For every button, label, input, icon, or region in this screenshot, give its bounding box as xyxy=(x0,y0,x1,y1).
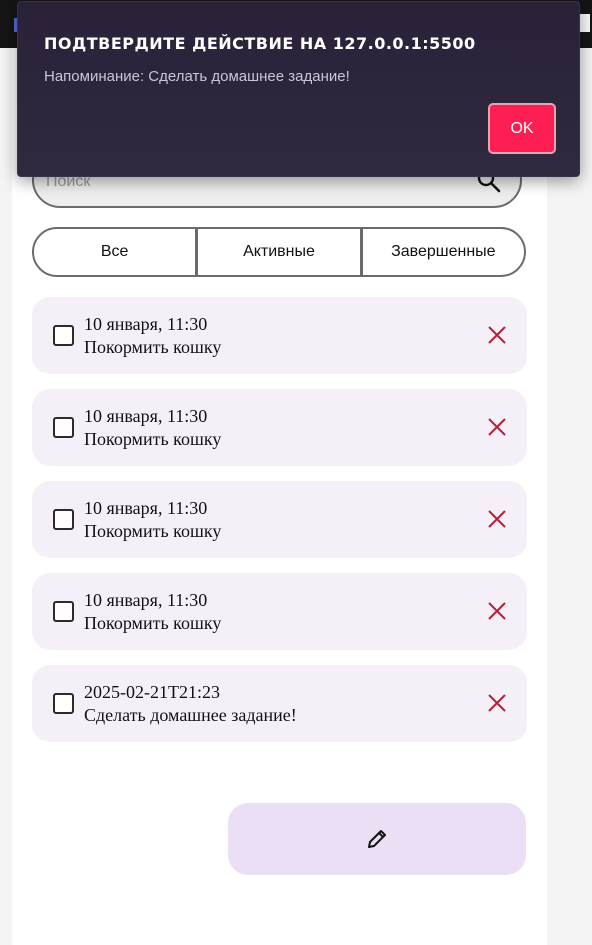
close-icon[interactable] xyxy=(487,693,507,713)
task-datetime: 10 января, 11:30 xyxy=(84,314,208,334)
task-title: Сделать домашнее задание! xyxy=(84,705,297,725)
filter-all-button[interactable]: Все xyxy=(34,229,199,275)
task-datetime: 10 января, 11:30 xyxy=(84,590,208,610)
task-item: 10 января, 11:30 Покормить кошку xyxy=(32,389,527,466)
task-datetime: 2025-02-21T21:23 xyxy=(84,682,220,702)
task-item: 10 января, 11:30 Покормить кошку xyxy=(32,297,527,374)
task-title: Покормить кошку xyxy=(84,337,222,357)
task-datetime: 10 января, 11:30 xyxy=(84,498,208,518)
confirm-dialog: ПОДТВЕРДИТЕ ДЕЙСТВИЕ НА 127.0.0.1:5500 Н… xyxy=(17,1,580,177)
edit-button[interactable] xyxy=(228,803,526,875)
task-checkbox[interactable] xyxy=(53,325,74,346)
task-text: 10 января, 11:30 Покормить кошку xyxy=(84,497,221,543)
dialog-title: ПОДТВЕРДИТЕ ДЕЙСТВИЕ НА 127.0.0.1:5500 xyxy=(44,34,476,53)
task-item: 2025-02-21T21:23 Сделать домашнее задани… xyxy=(32,665,527,742)
pencil-icon xyxy=(368,830,386,848)
task-item: 10 января, 11:30 Покормить кошку xyxy=(32,481,527,558)
task-checkbox[interactable] xyxy=(53,509,74,530)
task-checkbox[interactable] xyxy=(53,417,74,438)
filter-group: Все Активные Завершенные xyxy=(32,227,526,277)
todo-app: Все Активные Завершенные 10 января, 11:3… xyxy=(12,48,547,945)
task-text: 10 января, 11:30 Покормить кошку xyxy=(84,405,221,451)
task-text: 2025-02-21T21:23 Сделать домашнее задани… xyxy=(84,681,297,727)
task-list: 10 января, 11:30 Покормить кошку 10 янва… xyxy=(32,297,527,757)
close-icon[interactable] xyxy=(487,509,507,529)
filter-active-button[interactable]: Активные xyxy=(198,229,363,275)
close-icon[interactable] xyxy=(487,325,507,345)
task-text: 10 января, 11:30 Покормить кошку xyxy=(84,589,221,635)
close-icon[interactable] xyxy=(487,417,507,437)
task-item: 10 января, 11:30 Покормить кошку xyxy=(32,573,527,650)
filter-completed-button[interactable]: Завершенные xyxy=(363,229,524,275)
task-title: Покормить кошку xyxy=(84,429,222,449)
task-text: 10 января, 11:30 Покормить кошку xyxy=(84,313,221,359)
task-datetime: 10 января, 11:30 xyxy=(84,406,208,426)
close-icon[interactable] xyxy=(487,601,507,621)
task-title: Покормить кошку xyxy=(84,613,222,633)
ok-button[interactable]: OK xyxy=(488,103,556,154)
task-title: Покормить кошку xyxy=(84,521,222,541)
dialog-message: Напоминание: Сделать домашнее задание! xyxy=(44,68,350,85)
task-checkbox[interactable] xyxy=(53,693,74,714)
task-checkbox[interactable] xyxy=(53,601,74,622)
